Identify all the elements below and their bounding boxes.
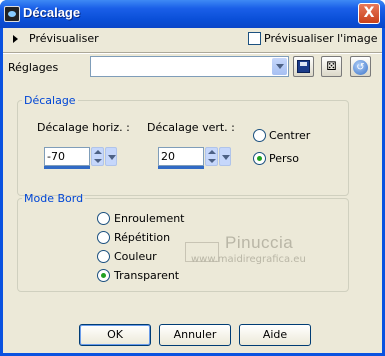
preview-row: Prévisualiser Prévisualiser l'image xyxy=(3,28,382,50)
repeat-radio-label[interactable]: Répétition xyxy=(114,231,170,244)
border-mode-legend: Mode Bord xyxy=(24,192,84,205)
preview-image-checkbox[interactable] xyxy=(248,32,261,45)
vert-offset-spinner[interactable]: 20 xyxy=(158,147,231,169)
settings-label: Réglages xyxy=(8,61,59,74)
settings-combo[interactable] xyxy=(90,56,289,77)
dialog-window: Décalage X Prévisualiser Prévisualiser l… xyxy=(0,0,385,356)
cancel-button[interactable]: Annuler xyxy=(159,324,231,346)
close-button[interactable]: X xyxy=(358,3,380,24)
title-bar: Décalage X xyxy=(0,0,385,28)
vert-offset-label: Décalage vert. : xyxy=(147,121,235,134)
spin-up-down-icon[interactable] xyxy=(205,147,218,166)
spin-up-down-icon[interactable] xyxy=(91,147,104,166)
dice-icon: ⚄ xyxy=(326,59,337,73)
custom-radio[interactable] xyxy=(253,152,266,165)
color-radio[interactable] xyxy=(97,250,110,263)
chevron-down-icon[interactable] xyxy=(272,58,287,75)
wrap-radio-label[interactable]: Enroulement xyxy=(114,212,185,225)
chevron-down-icon[interactable] xyxy=(105,147,117,166)
vert-offset-slider[interactable] xyxy=(158,166,204,169)
vert-offset-input[interactable]: 20 xyxy=(158,147,204,166)
border-mode-group: Mode Bord xyxy=(17,192,349,292)
dialog-client: Prévisualiser Prévisualiser l'image Régl… xyxy=(3,28,382,353)
app-icon xyxy=(4,6,20,22)
separator xyxy=(3,52,382,54)
center-radio[interactable] xyxy=(253,129,266,142)
watermark-title: Pinuccia xyxy=(225,233,294,252)
ok-button[interactable]: OK xyxy=(79,324,151,346)
repeat-radio[interactable] xyxy=(97,231,110,244)
horiz-offset-slider[interactable] xyxy=(44,166,90,169)
center-radio-label[interactable]: Centrer xyxy=(269,129,310,142)
wrap-radio[interactable] xyxy=(97,212,110,225)
expand-preview-icon[interactable] xyxy=(13,35,18,43)
offset-legend: Décalage xyxy=(24,94,76,107)
reset-icon: ↺ xyxy=(353,60,368,75)
color-radio-label[interactable]: Couleur xyxy=(114,250,157,263)
help-button[interactable]: Aide xyxy=(239,324,311,346)
window-title: Décalage xyxy=(23,5,81,20)
custom-radio-label[interactable]: Perso xyxy=(269,152,299,165)
watermark-url: www.maidiregrafica.eu xyxy=(191,254,306,265)
reset-button[interactable]: ↺ xyxy=(350,56,371,77)
horiz-offset-label: Décalage horiz. : xyxy=(37,121,130,134)
horiz-offset-spinner[interactable]: -70 xyxy=(44,147,117,169)
floppy-disk-icon xyxy=(297,60,310,73)
chevron-down-icon[interactable] xyxy=(219,147,231,166)
save-preset-button[interactable] xyxy=(293,56,314,77)
offset-group: Décalage xyxy=(17,94,349,196)
transparent-radio[interactable] xyxy=(97,269,110,282)
preview-label[interactable]: Prévisualiser xyxy=(29,32,99,45)
randomize-button[interactable]: ⚄ xyxy=(321,56,342,77)
transparent-radio-label[interactable]: Transparent xyxy=(114,269,179,282)
horiz-offset-input[interactable]: -70 xyxy=(44,147,90,166)
preview-image-label[interactable]: Prévisualiser l'image xyxy=(264,32,377,45)
